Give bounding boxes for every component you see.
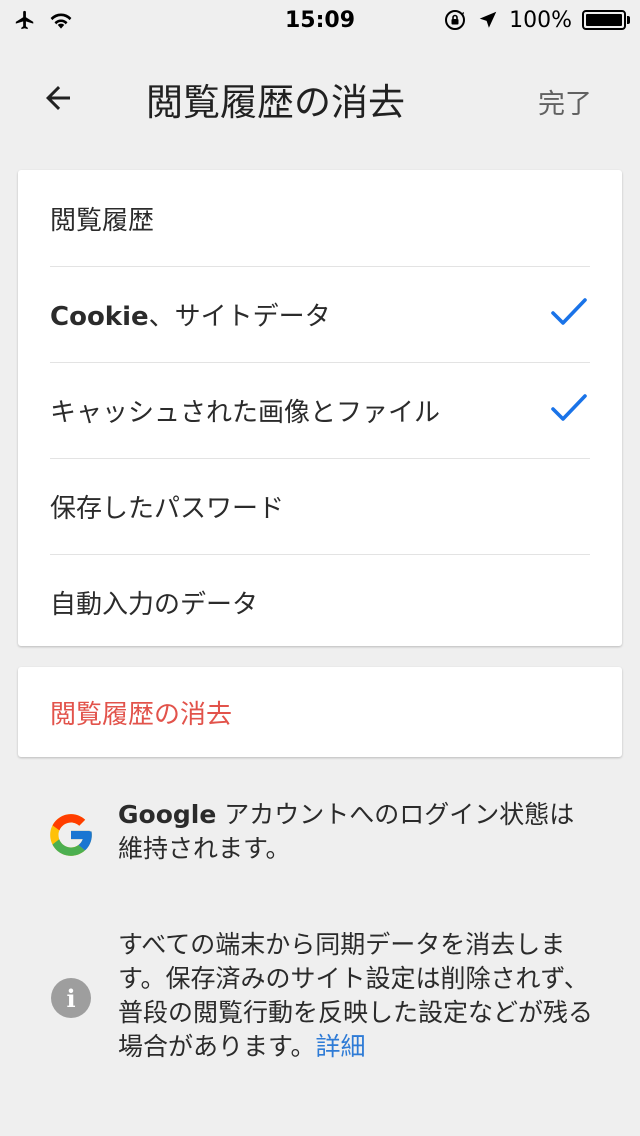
battery-icon: [582, 10, 630, 30]
battery-percent: 100%: [509, 7, 572, 33]
info-icon: i: [51, 978, 91, 1018]
battery-body: [582, 10, 626, 30]
option-cached-images-files[interactable]: キャッシュされた画像とファイル: [18, 362, 622, 458]
back-button[interactable]: [30, 70, 86, 126]
sync-notice-text: すべての端末から同期データを消去します。保存済みのサイト設定は削除されず、普段の…: [118, 930, 594, 1061]
clear-browsing-data-screen: 15:09 100% 閲覧履歴の消去 完了 閲覧履歴 Cookie、サイトデータ…: [0, 0, 640, 1136]
sync-data-notice: i すべての端末から同期データを消去します。保存済みのサイト設定は削除されず、普…: [0, 928, 640, 1068]
google-g-icon: [50, 814, 92, 856]
option-saved-passwords[interactable]: 保存したパスワード: [18, 458, 622, 554]
option-cookies-site-data[interactable]: Cookie、サイトデータ: [18, 266, 622, 362]
airplane-icon: [15, 10, 34, 30]
arrow-left-icon: [46, 86, 70, 110]
option-browsing-history[interactable]: 閲覧履歴: [18, 170, 622, 266]
option-label: Cookie、サイトデータ: [50, 296, 331, 333]
page-title: 閲覧履歴の消去: [146, 81, 405, 124]
navigation-bar: 閲覧履歴の消去 完了: [0, 40, 640, 156]
google-notice-text: Google アカウントへのログイン状態は維持されます。: [118, 800, 575, 863]
status-bar: 15:09 100%: [0, 0, 640, 40]
clear-button-label: 閲覧履歴の消去: [50, 699, 233, 730]
battery-fill: [586, 14, 622, 26]
rotation-lock-icon: [445, 10, 466, 30]
status-right: 100%: [443, 8, 630, 33]
checkmark-icon: [551, 394, 587, 421]
option-label: 閲覧履歴: [50, 205, 155, 236]
status-left: [12, 9, 74, 31]
location-arrow-icon: [479, 11, 497, 28]
option-label: 自動入力のデータ: [50, 589, 259, 620]
learn-more-link[interactable]: 詳細: [316, 1032, 366, 1061]
data-type-options-card: 閲覧履歴 Cookie、サイトデータ キャッシュされた画像とファイル 保存したパ…: [18, 170, 622, 646]
option-label-bold: Cookie: [50, 301, 149, 332]
done-button[interactable]: 完了: [538, 82, 592, 121]
option-label: キャッシュされた画像とファイル: [50, 397, 441, 428]
checkmark-icon: [551, 298, 587, 325]
google-account-notice: Google アカウントへのログイン状態は維持されます。: [0, 798, 640, 878]
option-autofill-data[interactable]: 自動入力のデータ: [18, 554, 622, 650]
clear-browsing-data-button[interactable]: 閲覧履歴の消去: [18, 667, 622, 757]
wifi-icon: [50, 13, 72, 29]
option-label: 保存したパスワード: [50, 493, 285, 524]
option-label-text: 、サイトデータ: [148, 301, 331, 332]
battery-tip: [627, 16, 630, 24]
